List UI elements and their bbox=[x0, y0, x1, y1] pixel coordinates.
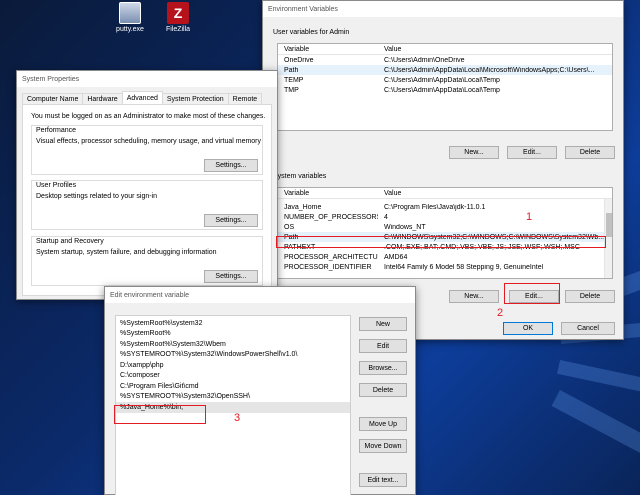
window-title: Edit environment variable bbox=[105, 287, 415, 303]
desktop-icon-putty[interactable]: putty.exe bbox=[106, 2, 154, 33]
system-var-row[interactable]: PROCESSOR_IDENTIFIER Intel64 Family 6 Mod… bbox=[278, 262, 612, 272]
system-var-row[interactable]: NUMBER_OF_PROCESSORS 4 bbox=[278, 212, 612, 222]
var-name: PROCESSOR_ARCHITECTURE bbox=[284, 253, 378, 261]
system-var-row[interactable]: OS Windows_NT bbox=[278, 222, 612, 232]
group-description: System startup, system failure, and debu… bbox=[36, 249, 217, 256]
annotation-number-1: 1 bbox=[526, 211, 533, 223]
tab-system-protection[interactable]: System Protection bbox=[161, 93, 229, 104]
var-value: Intel64 Family 6 Model 58 Stepping 9, Ge… bbox=[384, 263, 544, 271]
var-value: C:\Users\Admin\OneDrive bbox=[384, 56, 465, 64]
system-variables-title: System variables bbox=[273, 173, 327, 180]
system-properties-window: System Properties Computer Name Hardware… bbox=[16, 70, 278, 300]
system-new-button[interactable]: New... bbox=[449, 290, 499, 303]
var-name: OneDrive bbox=[284, 56, 314, 64]
system-delete-button[interactable]: Delete bbox=[565, 290, 615, 303]
group-title: Performance bbox=[36, 127, 77, 134]
tab-advanced[interactable]: Advanced bbox=[121, 91, 163, 104]
var-value: Windows_NT bbox=[384, 223, 426, 231]
path-entry[interactable]: %SYSTEMROOT%\System32\OpenSSH\ bbox=[116, 392, 350, 403]
var-name: NUMBER_OF_PROCESSORS bbox=[284, 213, 378, 221]
edit-environment-variable-window: Edit environment variable %SystemRoot%\s… bbox=[104, 286, 416, 495]
column-variable: Variable bbox=[284, 189, 310, 197]
column-variable: Variable bbox=[284, 45, 310, 53]
user-variables-title: User variables for Admin bbox=[273, 29, 350, 36]
var-name: PROCESSOR_IDENTIFIER bbox=[284, 263, 372, 271]
var-value: C:\Users\Admin\AppData\Local\Temp bbox=[384, 86, 500, 94]
startup-settings-button[interactable]: Settings... bbox=[204, 270, 258, 283]
annotation-number-3: 3 bbox=[234, 412, 241, 424]
path-entry[interactable]: %SystemRoot% bbox=[116, 329, 350, 340]
user-var-row[interactable]: OneDrive C:\Users\Admin\OneDrive bbox=[278, 55, 612, 65]
delete-entry-button[interactable]: Delete bbox=[359, 383, 407, 397]
tab-panel: You must be logged on as an Administrato… bbox=[22, 104, 272, 296]
var-name: Path bbox=[284, 66, 299, 74]
system-variables-list[interactable]: Variable Value Java_Home C:\Program Files… bbox=[277, 187, 613, 279]
system-var-row[interactable]: PROCESSOR_ARCHITECTURE AMD64 bbox=[278, 252, 612, 262]
desktop-icon-label: putty.exe bbox=[116, 26, 144, 33]
admin-note: You must be logged on as an Administrato… bbox=[31, 113, 266, 120]
group-title: User Profiles bbox=[36, 182, 77, 189]
scrollbar-thumb[interactable] bbox=[606, 213, 612, 237]
performance-group: Performance Visual effects, processor sc… bbox=[31, 125, 263, 175]
user-profiles-settings-button[interactable]: Settings... bbox=[204, 214, 258, 227]
var-value: 4 bbox=[384, 213, 388, 221]
edit-entry-button[interactable]: Edit bbox=[359, 339, 407, 353]
desktop-icon-filezilla[interactable]: Z FileZilla bbox=[154, 2, 202, 33]
var-value: C:\Users\Admin\AppData\Local\Microsoft\W… bbox=[384, 66, 595, 74]
path-entry[interactable]: %SystemRoot%\System32\Wbem bbox=[116, 339, 350, 350]
column-value: Value bbox=[384, 189, 402, 197]
user-var-row[interactable]: TEMP C:\Users\Admin\AppData\Local\Temp bbox=[278, 75, 612, 85]
cancel-button[interactable]: Cancel bbox=[561, 322, 615, 335]
tab-hardware[interactable]: Hardware bbox=[82, 93, 123, 104]
path-entry[interactable]: %SystemRoot%\system32 bbox=[116, 318, 350, 329]
user-variables-list[interactable]: Variable Value OneDrive C:\Users\Admin\On… bbox=[277, 43, 613, 131]
startup-recovery-group: Startup and Recovery System startup, sys… bbox=[31, 236, 263, 286]
user-edit-button[interactable]: Edit... bbox=[507, 146, 557, 159]
edit-text-button[interactable]: Edit text... bbox=[359, 473, 407, 487]
annotation-number-2: 2 bbox=[497, 307, 504, 319]
system-var-row[interactable]: Java_Home C:\Program Files\Java\jdk-11.0.… bbox=[278, 202, 612, 212]
browse-button[interactable]: Browse... bbox=[359, 361, 407, 375]
user-delete-button[interactable]: Delete bbox=[565, 146, 615, 159]
var-value: C:\Program Files\Java\jdk-11.0.1 bbox=[384, 203, 486, 211]
path-entry[interactable]: %SYSTEMROOT%\System32\WindowsPowerShell\… bbox=[116, 350, 350, 361]
tab-remote[interactable]: Remote bbox=[227, 93, 263, 104]
var-name: TMP bbox=[284, 86, 299, 94]
list-header: Variable Value bbox=[278, 188, 612, 199]
filezilla-icon: Z bbox=[167, 2, 189, 24]
path-entry[interactable]: C:\composer bbox=[116, 371, 350, 382]
path-entry[interactable]: C:\Program Files\Git\cmd bbox=[116, 381, 350, 392]
var-value: C:\Users\Admin\AppData\Local\Temp bbox=[384, 76, 500, 84]
annotation-box-java-home-entry bbox=[114, 405, 206, 424]
desktop-icon-label: FileZilla bbox=[165, 26, 191, 33]
var-name: TEMP bbox=[284, 76, 304, 84]
user-var-row[interactable]: Path C:\Users\Admin\AppData\Local\Microso… bbox=[278, 65, 612, 75]
window-title: Environment Variables bbox=[263, 1, 623, 17]
new-entry-button[interactable]: New bbox=[359, 317, 407, 331]
annotation-box-path-row bbox=[276, 236, 606, 248]
var-value: AMD64 bbox=[384, 253, 408, 261]
column-value: Value bbox=[384, 45, 402, 53]
list-header: Variable Value bbox=[278, 44, 612, 55]
user-var-row[interactable]: TMP C:\Users\Admin\AppData\Local\Temp bbox=[278, 85, 612, 95]
group-description: Visual effects, processor scheduling, me… bbox=[36, 138, 262, 145]
tab-computer-name[interactable]: Computer Name bbox=[22, 93, 84, 104]
user-profiles-group: User Profiles Desktop settings related t… bbox=[31, 180, 263, 230]
move-down-button[interactable]: Move Down bbox=[359, 439, 407, 453]
tab-strip: Computer Name Hardware Advanced System P… bbox=[22, 91, 263, 104]
performance-settings-button[interactable]: Settings... bbox=[204, 159, 258, 172]
group-title: Startup and Recovery bbox=[36, 238, 104, 245]
ok-button[interactable]: OK bbox=[503, 322, 553, 335]
var-name: OS bbox=[284, 223, 295, 231]
path-entry[interactable]: D:\xampp\php bbox=[116, 360, 350, 371]
group-description: Desktop settings related to your sign-in bbox=[36, 193, 158, 200]
move-up-button[interactable]: Move Up bbox=[359, 417, 407, 431]
var-name: Java_Home bbox=[284, 203, 322, 211]
user-new-button[interactable]: New... bbox=[449, 146, 499, 159]
putty-icon bbox=[119, 2, 141, 24]
window-title: System Properties bbox=[17, 71, 277, 87]
annotation-box-edit-button bbox=[504, 283, 560, 304]
